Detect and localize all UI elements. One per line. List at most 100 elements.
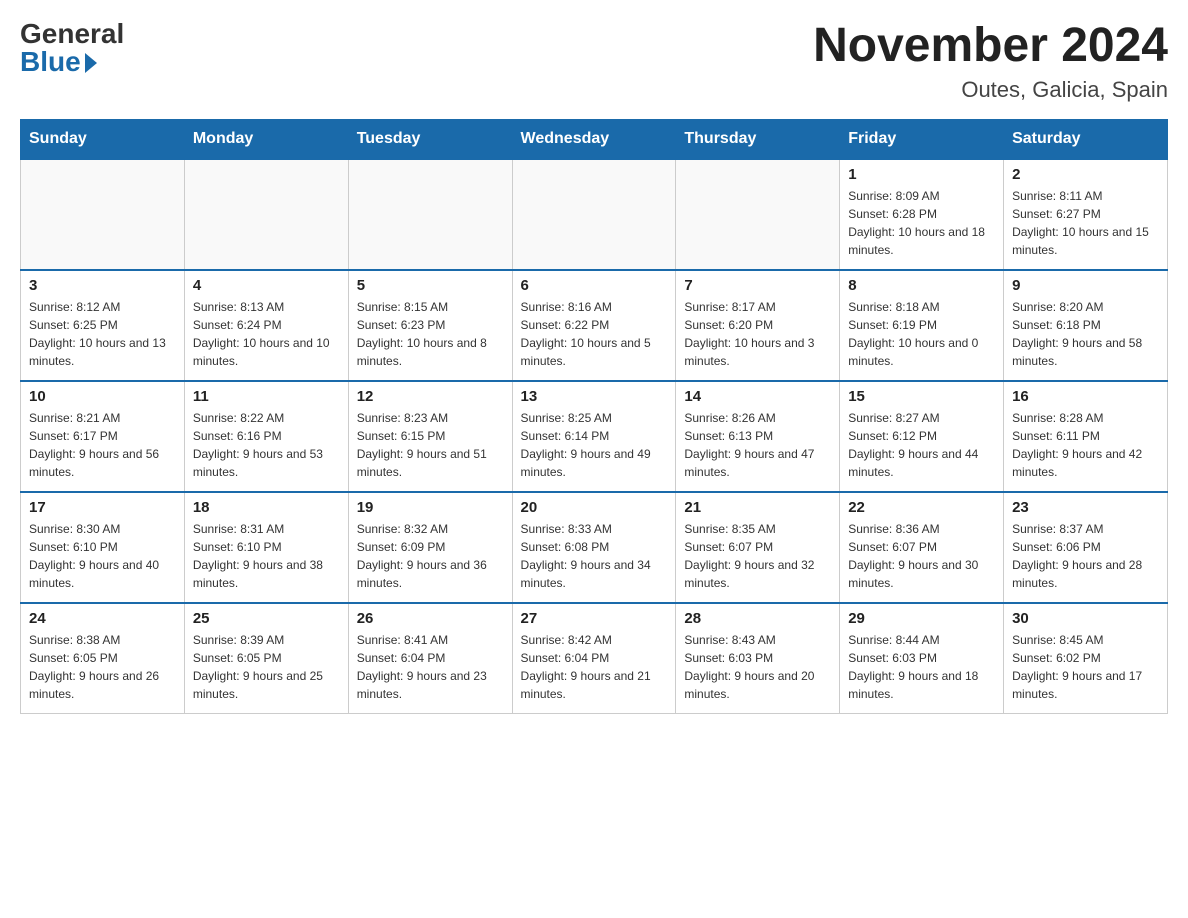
- day-number: 11: [193, 388, 340, 405]
- calendar-cell: 21 Sunrise: 8:35 AMSunset: 6:07 PMDayligh…: [676, 492, 840, 603]
- header-friday: Friday: [840, 119, 1004, 159]
- logo-general-text: General: [20, 20, 124, 48]
- header-sunday: Sunday: [21, 119, 185, 159]
- calendar-cell: [184, 159, 348, 270]
- calendar-cell: 10 Sunrise: 8:21 AMSunset: 6:17 PMDayligh…: [21, 381, 185, 492]
- calendar-cell: [348, 159, 512, 270]
- day-info: Sunrise: 8:22 AMSunset: 6:16 PMDaylight:…: [193, 409, 340, 481]
- calendar-cell: 15 Sunrise: 8:27 AMSunset: 6:12 PMDayligh…: [840, 381, 1004, 492]
- day-info: Sunrise: 8:45 AMSunset: 6:02 PMDaylight:…: [1012, 631, 1159, 703]
- day-number: 2: [1012, 166, 1159, 183]
- day-number: 14: [684, 388, 831, 405]
- day-info: Sunrise: 8:25 AMSunset: 6:14 PMDaylight:…: [521, 409, 668, 481]
- day-info: Sunrise: 8:36 AMSunset: 6:07 PMDaylight:…: [848, 520, 995, 592]
- calendar-cell: 26 Sunrise: 8:41 AMSunset: 6:04 PMDayligh…: [348, 603, 512, 714]
- day-number: 4: [193, 277, 340, 294]
- day-number: 3: [29, 277, 176, 294]
- day-number: 8: [848, 277, 995, 294]
- day-number: 25: [193, 610, 340, 627]
- day-number: 13: [521, 388, 668, 405]
- day-info: Sunrise: 8:31 AMSunset: 6:10 PMDaylight:…: [193, 520, 340, 592]
- day-info: Sunrise: 8:42 AMSunset: 6:04 PMDaylight:…: [521, 631, 668, 703]
- logo-arrow-icon: [85, 53, 97, 73]
- calendar-week-row: 1 Sunrise: 8:09 AMSunset: 6:28 PMDaylight…: [21, 159, 1168, 270]
- day-info: Sunrise: 8:33 AMSunset: 6:08 PMDaylight:…: [521, 520, 668, 592]
- day-info: Sunrise: 8:23 AMSunset: 6:15 PMDaylight:…: [357, 409, 504, 481]
- day-number: 7: [684, 277, 831, 294]
- day-number: 12: [357, 388, 504, 405]
- day-info: Sunrise: 8:41 AMSunset: 6:04 PMDaylight:…: [357, 631, 504, 703]
- day-number: 20: [521, 499, 668, 516]
- day-number: 6: [521, 277, 668, 294]
- day-info: Sunrise: 8:35 AMSunset: 6:07 PMDaylight:…: [684, 520, 831, 592]
- calendar-cell: 9 Sunrise: 8:20 AMSunset: 6:18 PMDaylight…: [1004, 270, 1168, 381]
- month-title: November 2024: [813, 20, 1168, 73]
- day-info: Sunrise: 8:12 AMSunset: 6:25 PMDaylight:…: [29, 298, 176, 370]
- day-number: 10: [29, 388, 176, 405]
- calendar-cell: 30Sunrise: 8:45 AMSunset: 6:02 PMDayligh…: [1004, 603, 1168, 714]
- day-info: Sunrise: 8:26 AMSunset: 6:13 PMDaylight:…: [684, 409, 831, 481]
- day-info: Sunrise: 8:27 AMSunset: 6:12 PMDaylight:…: [848, 409, 995, 481]
- day-info: Sunrise: 8:21 AMSunset: 6:17 PMDaylight:…: [29, 409, 176, 481]
- day-number: 27: [521, 610, 668, 627]
- calendar-cell: 24 Sunrise: 8:38 AMSunset: 6:05 PMDayligh…: [21, 603, 185, 714]
- day-number: 9: [1012, 277, 1159, 294]
- day-number: 5: [357, 277, 504, 294]
- calendar-cell: 20 Sunrise: 8:33 AMSunset: 6:08 PMDayligh…: [512, 492, 676, 603]
- calendar-cell: [21, 159, 185, 270]
- day-number: 29: [848, 610, 995, 627]
- day-info: Sunrise: 8:32 AMSunset: 6:09 PMDaylight:…: [357, 520, 504, 592]
- calendar-cell: 8 Sunrise: 8:18 AMSunset: 6:19 PMDaylight…: [840, 270, 1004, 381]
- day-number: 16: [1012, 388, 1159, 405]
- calendar-cell: 2 Sunrise: 8:11 AMSunset: 6:27 PMDaylight…: [1004, 159, 1168, 270]
- header-saturday: Saturday: [1004, 119, 1168, 159]
- day-info: Sunrise: 8:13 AMSunset: 6:24 PMDaylight:…: [193, 298, 340, 370]
- calendar-cell: 23 Sunrise: 8:37 AMSunset: 6:06 PMDayligh…: [1004, 492, 1168, 603]
- day-number: 23: [1012, 499, 1159, 516]
- day-info: Sunrise: 8:28 AMSunset: 6:11 PMDaylight:…: [1012, 409, 1159, 481]
- header-thursday: Thursday: [676, 119, 840, 159]
- day-number: 26: [357, 610, 504, 627]
- calendar-cell: 11 Sunrise: 8:22 AMSunset: 6:16 PMDayligh…: [184, 381, 348, 492]
- day-number: 18: [193, 499, 340, 516]
- header-tuesday: Tuesday: [348, 119, 512, 159]
- calendar-cell: 4 Sunrise: 8:13 AMSunset: 6:24 PMDaylight…: [184, 270, 348, 381]
- day-info: Sunrise: 8:30 AMSunset: 6:10 PMDaylight:…: [29, 520, 176, 592]
- day-info: Sunrise: 8:37 AMSunset: 6:06 PMDaylight:…: [1012, 520, 1159, 592]
- day-info: Sunrise: 8:38 AMSunset: 6:05 PMDaylight:…: [29, 631, 176, 703]
- calendar-cell: 27 Sunrise: 8:42 AMSunset: 6:04 PMDayligh…: [512, 603, 676, 714]
- logo: General Blue: [20, 20, 124, 76]
- calendar-cell: 19 Sunrise: 8:32 AMSunset: 6:09 PMDayligh…: [348, 492, 512, 603]
- day-info: Sunrise: 8:16 AMSunset: 6:22 PMDaylight:…: [521, 298, 668, 370]
- day-number: 15: [848, 388, 995, 405]
- calendar-cell: 22Sunrise: 8:36 AMSunset: 6:07 PMDayligh…: [840, 492, 1004, 603]
- day-number: 21: [684, 499, 831, 516]
- calendar-cell: 14 Sunrise: 8:26 AMSunset: 6:13 PMDayligh…: [676, 381, 840, 492]
- location-title: Outes, Galicia, Spain: [813, 77, 1168, 103]
- day-info: Sunrise: 8:18 AMSunset: 6:19 PMDaylight:…: [848, 298, 995, 370]
- calendar-cell: 3 Sunrise: 8:12 AMSunset: 6:25 PMDaylight…: [21, 270, 185, 381]
- day-info: Sunrise: 8:20 AMSunset: 6:18 PMDaylight:…: [1012, 298, 1159, 370]
- calendar-cell: [512, 159, 676, 270]
- day-number: 24: [29, 610, 176, 627]
- day-info: Sunrise: 8:09 AMSunset: 6:28 PMDaylight:…: [848, 187, 995, 259]
- logo-blue-text: Blue: [20, 48, 81, 76]
- calendar-cell: [676, 159, 840, 270]
- day-info: Sunrise: 8:17 AMSunset: 6:20 PMDaylight:…: [684, 298, 831, 370]
- calendar-cell: 25Sunrise: 8:39 AMSunset: 6:05 PMDayligh…: [184, 603, 348, 714]
- header-wednesday: Wednesday: [512, 119, 676, 159]
- day-info: Sunrise: 8:11 AMSunset: 6:27 PMDaylight:…: [1012, 187, 1159, 259]
- calendar-cell: 17Sunrise: 8:30 AMSunset: 6:10 PMDayligh…: [21, 492, 185, 603]
- header-monday: Monday: [184, 119, 348, 159]
- day-number: 1: [848, 166, 995, 183]
- day-info: Sunrise: 8:15 AMSunset: 6:23 PMDaylight:…: [357, 298, 504, 370]
- calendar-cell: 5 Sunrise: 8:15 AMSunset: 6:23 PMDaylight…: [348, 270, 512, 381]
- day-number: 28: [684, 610, 831, 627]
- calendar-table: SundayMondayTuesdayWednesdayThursdayFrid…: [20, 119, 1168, 714]
- day-number: 19: [357, 499, 504, 516]
- calendar-header-row: SundayMondayTuesdayWednesdayThursdayFrid…: [21, 119, 1168, 159]
- calendar-week-row: 3 Sunrise: 8:12 AMSunset: 6:25 PMDaylight…: [21, 270, 1168, 381]
- calendar-cell: 28 Sunrise: 8:43 AMSunset: 6:03 PMDayligh…: [676, 603, 840, 714]
- calendar-cell: 13 Sunrise: 8:25 AMSunset: 6:14 PMDayligh…: [512, 381, 676, 492]
- day-info: Sunrise: 8:43 AMSunset: 6:03 PMDaylight:…: [684, 631, 831, 703]
